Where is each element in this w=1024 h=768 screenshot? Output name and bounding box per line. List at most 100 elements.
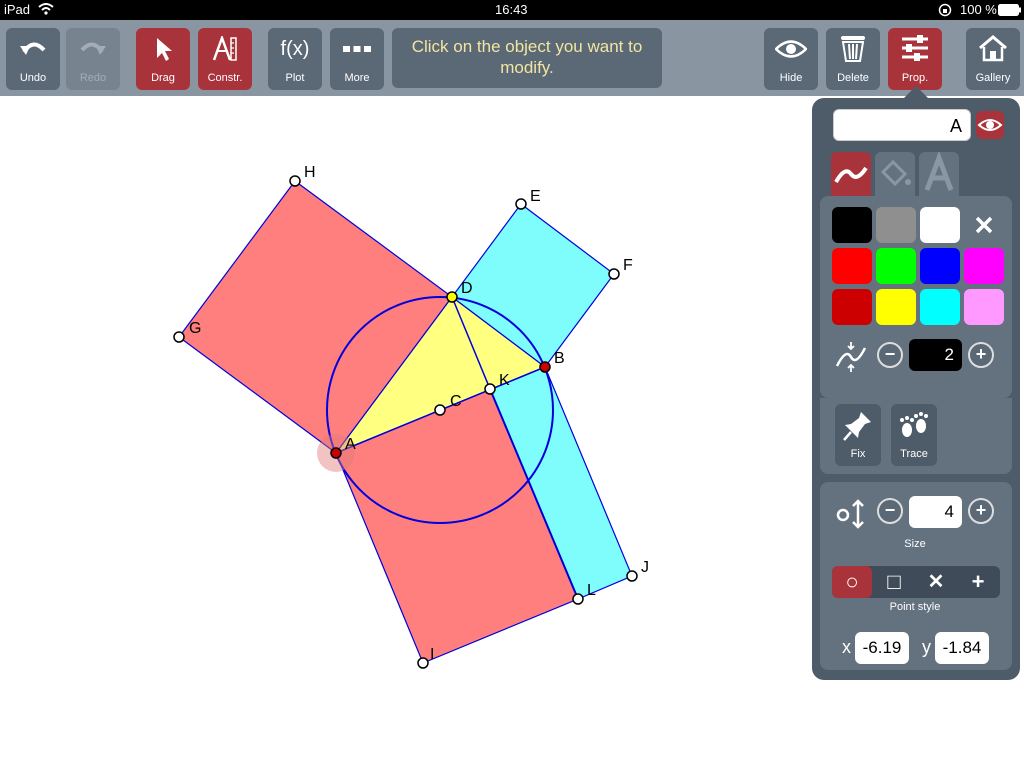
more-dots-icon [343, 46, 371, 52]
point-size-icon [834, 497, 868, 531]
tab-line-style[interactable] [831, 152, 871, 196]
fix-label: Fix [850, 448, 866, 460]
line-width-value[interactable]: 2 [909, 339, 962, 371]
hide-button[interactable]: Hide [764, 28, 818, 90]
line-width-decrease-button[interactable]: − [877, 342, 903, 368]
point-A[interactable] [330, 447, 342, 459]
properties-label: Prop. [901, 72, 929, 84]
point-style-plus[interactable]: + [958, 566, 998, 598]
redo-label: Redo [79, 72, 107, 84]
color-swatch-magenta[interactable] [964, 248, 1004, 284]
label-A: A [345, 436, 356, 453]
line-width-increase-button[interactable]: + [968, 342, 994, 368]
size-value[interactable]: 4 [909, 496, 962, 528]
construct-button[interactable]: Constr. [198, 28, 252, 90]
tab-text[interactable] [919, 150, 959, 196]
point-style-label: Point style [889, 601, 941, 613]
cursor-arrow-icon [157, 38, 172, 61]
rotation-lock-icon [938, 3, 952, 20]
paint-bucket-icon [880, 159, 911, 187]
size-decrease-button[interactable]: − [877, 498, 903, 524]
properties-button[interactable]: Prop. [888, 28, 942, 90]
trash-icon [841, 36, 865, 62]
label-F: F [623, 257, 633, 274]
x-coordinate-label: x [842, 637, 851, 657]
color-swatch-green[interactable] [876, 248, 916, 284]
toolbar: Undo Redo Drag Constr. f(x) Plot More Cl… [0, 20, 1024, 96]
label-G: G [189, 320, 201, 337]
house-gallery-icon [979, 35, 1007, 62]
battery-percent: 100 % [960, 2, 997, 17]
point-J[interactable] [626, 570, 638, 582]
undo-label: Undo [19, 72, 47, 84]
battery-icon [998, 4, 1022, 19]
construct-label: Constr. [207, 72, 243, 84]
compass-ruler-icon [212, 36, 237, 61]
gallery-button[interactable]: Gallery [966, 28, 1020, 90]
undo-button[interactable]: Undo [6, 28, 60, 90]
label-E: E [530, 188, 541, 205]
point-style-circle[interactable]: ○ [832, 566, 872, 598]
label-C: C [450, 393, 462, 410]
trace-button[interactable]: Trace [891, 404, 937, 466]
color-swatch-blue[interactable] [920, 248, 960, 284]
label-K: K [499, 372, 510, 389]
color-swatch-cyan[interactable] [920, 289, 960, 325]
y-coordinate-field[interactable]: -1.84 [935, 632, 989, 664]
more-button[interactable]: More [330, 28, 384, 90]
label-B: B [554, 350, 565, 367]
undo-icon [20, 42, 46, 55]
redo-button[interactable]: Redo [66, 28, 120, 90]
tab-fill[interactable] [875, 152, 915, 196]
delete-label: Delete [837, 72, 869, 84]
point-G[interactable] [173, 331, 185, 343]
delete-button[interactable]: Delete [826, 28, 880, 90]
device-name: iPad [4, 2, 31, 17]
object-name-field[interactable]: A [833, 109, 971, 141]
gallery-label: Gallery [975, 72, 1011, 84]
size-increase-button[interactable]: + [968, 498, 994, 524]
color-swatch-white[interactable] [920, 207, 960, 243]
pin-icon [843, 412, 871, 441]
point-F[interactable] [608, 268, 620, 280]
sliders-icon [902, 35, 928, 61]
eye-icon [977, 119, 1003, 131]
color-swatch-yellow[interactable] [876, 289, 916, 325]
curve-line-icon [834, 166, 868, 184]
plot-label: Plot [285, 72, 305, 84]
wifi-icon [38, 3, 54, 18]
function-icon: f(x) [280, 38, 310, 60]
y-coordinate-label: y [922, 637, 931, 657]
color-swatch-dark-red[interactable] [832, 289, 872, 325]
color-swatch-pink[interactable] [964, 289, 1004, 325]
trace-label: Trace [900, 448, 928, 460]
point-style-cross[interactable]: ✕ [916, 566, 956, 598]
point-E[interactable] [515, 198, 527, 210]
point-H[interactable] [289, 175, 301, 187]
fix-button[interactable]: Fix [835, 404, 881, 466]
point-I[interactable] [417, 657, 429, 669]
instruction-message: Click on the object you want to modify. [392, 28, 662, 88]
footprints-icon [900, 412, 928, 437]
point-B[interactable] [539, 361, 551, 373]
no-color-button[interactable] [968, 207, 1000, 243]
panel-pointer [904, 86, 928, 98]
color-swatch-black[interactable] [832, 207, 872, 243]
color-swatch-red[interactable] [832, 248, 872, 284]
text-a-icon [924, 150, 954, 191]
drag-button[interactable]: Drag [136, 28, 190, 90]
point-C[interactable] [434, 404, 446, 416]
point-K[interactable] [484, 383, 496, 395]
label-D: D [461, 280, 473, 297]
label-I: I [430, 646, 434, 663]
plot-button[interactable]: f(x) Plot [268, 28, 322, 90]
point-D[interactable] [446, 291, 458, 303]
label-J: J [641, 559, 649, 576]
point-L[interactable] [572, 593, 584, 605]
size-label: Size [904, 538, 926, 550]
eye-icon [775, 40, 807, 58]
color-swatch-gray[interactable] [876, 207, 916, 243]
point-style-square[interactable]: □ [874, 566, 914, 598]
visibility-toggle[interactable] [976, 111, 1004, 139]
x-coordinate-field[interactable]: -6.19 [855, 632, 909, 664]
